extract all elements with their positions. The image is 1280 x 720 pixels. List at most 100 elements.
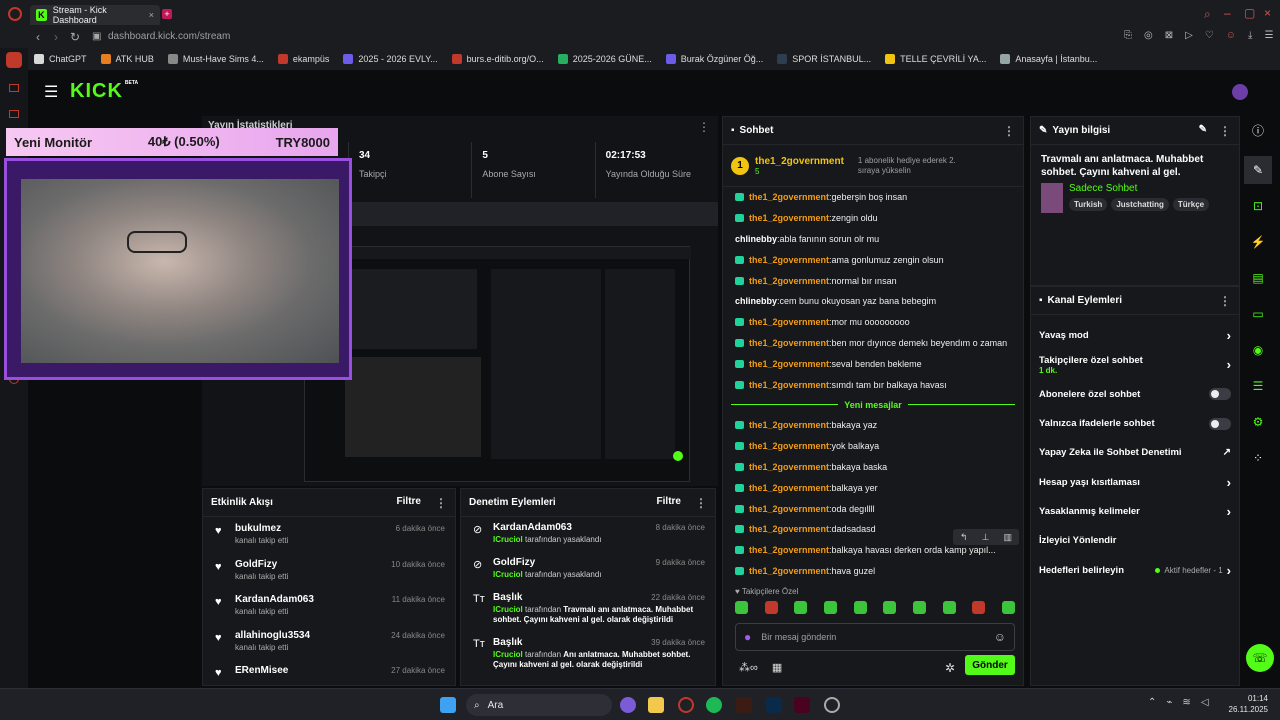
chat-username[interactable]: chlinebby: [735, 296, 777, 306]
list-icon[interactable]: ☰: [1244, 372, 1272, 400]
external-link-icon[interactable]: ↗: [1223, 447, 1231, 458]
points-icon[interactable]: ⁂∞: [739, 661, 758, 674]
profile-icon[interactable]: ☺: [1226, 30, 1236, 41]
camera-icon[interactable]: ◎: [1144, 30, 1153, 41]
chat-message[interactable]: the1_2government: balkaya yer: [735, 477, 1011, 498]
emote-icon[interactable]: [735, 601, 748, 614]
stats-menu-icon[interactable]: ⋮: [698, 120, 710, 134]
info-icon[interactable]: ⓘ: [1244, 116, 1272, 144]
channel-actions-menu-icon[interactable]: ⋮: [1219, 294, 1231, 308]
emote-icon[interactable]: [883, 601, 897, 614]
send-button[interactable]: Gönder: [965, 655, 1015, 675]
activity-item[interactable]: ♥ GoldFizy kanalı takip etti 10 dakika önce: [203, 553, 455, 589]
gift-icon[interactable]: ▦: [772, 661, 782, 674]
minimize-icon[interactable]: –: [1224, 6, 1231, 20]
bookmark-item[interactable]: 2025-2026 GÜNE...: [557, 54, 652, 64]
kick-logo[interactable]: KICK BETA: [70, 80, 138, 103]
chat-message[interactable]: chlinebby: cem bunu okuyosan yaz bana be…: [735, 291, 1011, 312]
menu-icon[interactable]: ☰: [1264, 30, 1273, 41]
bookmark-item[interactable]: ATK HUB: [100, 54, 154, 64]
delete-icon[interactable]: ▥: [1003, 532, 1012, 543]
tag-chip[interactable]: Justchatting: [1111, 198, 1169, 211]
channel-action-item[interactable]: Yasaklanmış kelimeler ›: [1039, 497, 1231, 526]
chat-menu-icon[interactable]: ⋮: [1003, 124, 1015, 138]
camera-rail-icon[interactable]: ⊡: [1244, 192, 1272, 220]
channel-action-item[interactable]: İzleyici Yönlendir: [1039, 526, 1231, 555]
document-icon[interactable]: ▤: [1244, 264, 1272, 292]
chat-settings-icon[interactable]: ✲: [945, 661, 955, 675]
chat-username[interactable]: the1_2government: [749, 462, 829, 472]
home-icon[interactable]: [6, 52, 22, 68]
steam-icon[interactable]: [824, 697, 840, 713]
chat-message[interactable]: the1_2government: bakaya baska: [735, 457, 1011, 478]
emote-icon[interactable]: [853, 601, 867, 614]
emote-icon[interactable]: [823, 601, 837, 614]
chat-message[interactable]: chlinebby: abla fanının sorun olr mu: [735, 229, 1011, 250]
close-tab-icon[interactable]: ×: [149, 10, 154, 20]
bookmark-item[interactable]: Burak Özgüner Öğ...: [665, 54, 763, 64]
stream-info-menu-icon[interactable]: ⋮: [1219, 124, 1231, 138]
channel-action-item[interactable]: Yapay Zeka ile Sohbet Denetimi ↗: [1039, 438, 1231, 467]
pin-icon[interactable]: ⊥: [982, 532, 990, 543]
bookmark-item[interactable]: TELLE ÇEVRİLİ YA...: [885, 54, 986, 64]
chat-username[interactable]: the1_2government: [749, 276, 829, 286]
edit-icon[interactable]: ✎: [1199, 124, 1207, 138]
toggle-switch[interactable]: [1209, 388, 1231, 401]
chevron-right-icon[interactable]: ›: [1227, 563, 1231, 578]
activity-item[interactable]: ♥ bukulmez kanalı takip etti 6 dakika önce: [203, 517, 455, 553]
emote-icon[interactable]: [1001, 601, 1015, 614]
tag-chip[interactable]: Türkçe: [1172, 198, 1210, 211]
bookmark-item[interactable]: Anasayfa | İstanbu...: [1000, 54, 1097, 64]
photoshop-icon[interactable]: [766, 697, 782, 713]
opera-taskbar-icon[interactable]: [678, 697, 694, 713]
settings-rail-icon[interactable]: ⚙: [1244, 408, 1272, 436]
indesign-icon[interactable]: [794, 697, 810, 713]
chevron-right-icon[interactable]: ›: [1227, 504, 1231, 519]
channel-action-item[interactable]: Takipçilere özel sohbet 1 dk. ›: [1039, 350, 1231, 379]
bookmark-item[interactable]: 2025 - 2026 EVLY...: [343, 54, 438, 64]
activity-item[interactable]: ♥ allahinoglu3534 kanalı takip etti 24 daki…: [203, 624, 455, 660]
chat-username[interactable]: the1_2government: [749, 359, 829, 369]
moderation-item[interactable]: Tт Başlık ICruciol tarafından Travmalı anı…: [461, 587, 715, 632]
channel-action-item[interactable]: Yavaş mod ›: [1039, 321, 1231, 350]
chat-message[interactable]: the1_2government: ama gonlumuz zengin ol…: [735, 249, 1011, 270]
reply-icon[interactable]: ↰: [960, 532, 968, 543]
channel-action-item[interactable]: Hedefleri belirleyin Aktif hedefler - 1 ›: [1039, 555, 1231, 584]
reload-icon[interactable]: ↻: [70, 30, 80, 44]
chat-leaderboard[interactable]: 1 the1_2government 5 1 abonelik hediye e…: [723, 145, 1023, 187]
chat-message[interactable]: the1_2government: hava guzel: [735, 561, 1011, 582]
network-icon[interactable]: ⌁: [1166, 697, 1172, 708]
heart-icon[interactable]: ♡: [1205, 30, 1214, 41]
chat-username[interactable]: chlinebby: [735, 234, 777, 244]
user-avatar[interactable]: [1232, 84, 1248, 100]
chat-username[interactable]: the1_2government: [749, 213, 829, 223]
chat-username[interactable]: the1_2government: [749, 380, 829, 390]
chat-message[interactable]: the1_2government: oda degıllll: [735, 498, 1011, 519]
chat-input[interactable]: ● Bir mesaj gönderin ☺: [735, 623, 1015, 651]
wifi-icon[interactable]: ≋: [1182, 697, 1190, 708]
windows-start-icon[interactable]: [440, 697, 456, 713]
chat-message[interactable]: the1_2government: ben mor dıyınce demekı…: [735, 333, 1011, 354]
chat-username[interactable]: the1_2government: [749, 317, 829, 327]
discord-icon[interactable]: [620, 697, 636, 713]
toggle-switch[interactable]: [1209, 417, 1231, 430]
chevron-right-icon[interactable]: ›: [1227, 357, 1231, 372]
bookmark-item[interactable]: ChatGPT: [34, 54, 87, 64]
messenger-icon[interactable]: [9, 84, 19, 92]
close-window-icon[interactable]: ×: [1264, 6, 1271, 20]
activity-filter[interactable]: Filtre: [397, 496, 421, 510]
chat-username[interactable]: the1_2government: [749, 545, 829, 555]
lightning-icon[interactable]: ⚡: [1244, 228, 1272, 256]
chat-message[interactable]: the1_2government: seval benden bekleme: [735, 353, 1011, 374]
chat-rail-icon[interactable]: ▭: [1244, 300, 1272, 328]
chat-username[interactable]: the1_2government: [749, 524, 829, 534]
edit-rail-icon[interactable]: ✎: [1244, 156, 1272, 184]
new-tab-icon[interactable]: +: [162, 9, 172, 19]
bookmark-item[interactable]: ekampüs: [277, 54, 329, 64]
forward-icon[interactable]: ›: [54, 30, 58, 44]
moderation-menu-icon[interactable]: ⋮: [695, 496, 707, 510]
apps-icon[interactable]: ⁘: [1244, 444, 1272, 472]
clock[interactable]: 01:14 26.11.2025: [1226, 693, 1268, 715]
chat-message[interactable]: the1_2government: zengin oldu: [735, 208, 1011, 229]
moderation-filter[interactable]: Filtre: [657, 496, 681, 510]
